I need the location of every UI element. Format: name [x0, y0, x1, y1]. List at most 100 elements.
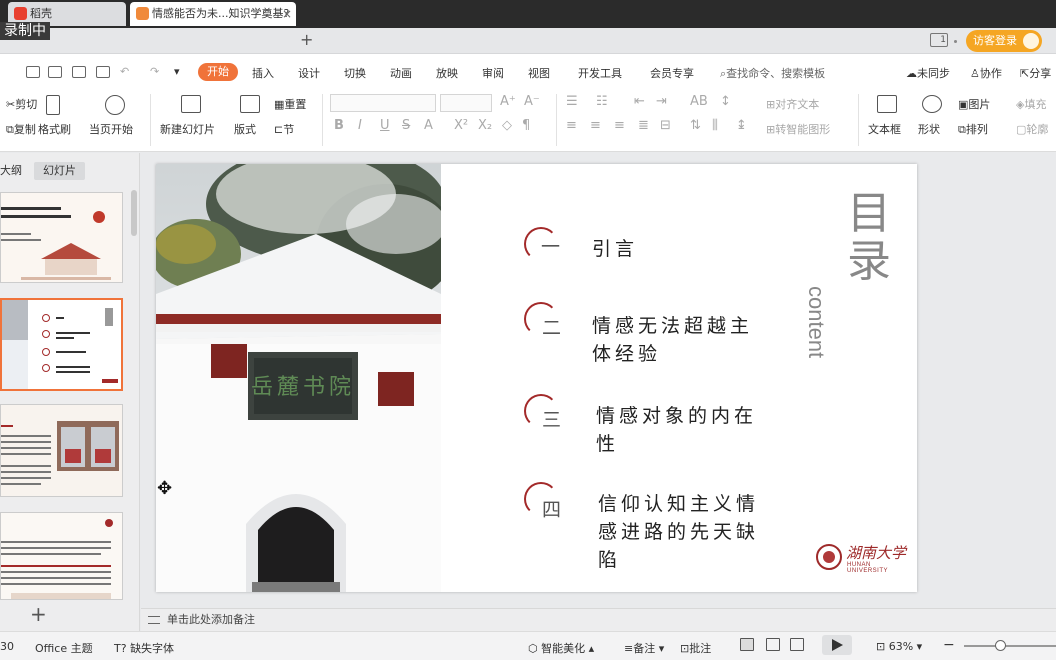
command-search[interactable]: ⌕查找命令、搜索模板 [720, 65, 825, 81]
missing-font-button[interactable]: T? 缺失字体 [114, 640, 174, 656]
italic-icon[interactable]: I [358, 118, 362, 133]
collab-button[interactable]: ♙协作 [970, 65, 1002, 81]
comments-toggle[interactable]: ⊡批注 [680, 640, 711, 656]
superscript-icon[interactable]: X² [454, 118, 468, 133]
guest-login-button[interactable]: 访客登录 [966, 30, 1042, 52]
strikethrough-icon[interactable]: S [402, 118, 410, 133]
tab-presentation[interactable]: 情感能否为未...知识学奠基? × [130, 2, 296, 26]
zoom-slider[interactable] [964, 645, 1056, 647]
menu-insert[interactable]: 插入 [252, 65, 274, 81]
menu-view[interactable]: 视图 [528, 65, 550, 81]
section-button[interactable]: ⊏节 [274, 121, 294, 137]
justify-icon[interactable]: ≣ [638, 118, 649, 133]
save-icon[interactable] [26, 66, 40, 78]
format-painter-button[interactable]: 格式刷 [38, 121, 71, 137]
bullets-icon[interactable]: ☰ [566, 94, 578, 109]
toc-number: 三 [542, 409, 562, 431]
notes-bar[interactable]: 单击此处添加备注 [141, 608, 1056, 631]
columns-icon[interactable]: ⫼ [712, 118, 718, 133]
panel-scrollbar[interactable] [131, 190, 137, 236]
sidebar-toggle-icon[interactable]: 1 [930, 33, 948, 47]
format-painter-icon[interactable] [46, 95, 60, 115]
slide-thumbnail-1[interactable] [0, 192, 123, 283]
layout-icon[interactable] [240, 95, 260, 113]
normal-view-icon[interactable] [740, 638, 754, 651]
menu-transition[interactable]: 切换 [344, 65, 366, 81]
font-color-icon[interactable]: A [424, 118, 433, 133]
fill-button[interactable]: ◈填充 [1016, 96, 1046, 112]
smartart-button[interactable]: ⊞转智能图形 [766, 121, 830, 137]
align-right-icon[interactable]: ≡ [614, 118, 625, 133]
picture-button[interactable]: ▣图片 [958, 96, 990, 112]
char-spacing-icon[interactable]: ¶ [522, 118, 530, 133]
line-spacing-icon[interactable]: ↕ [720, 94, 731, 109]
underline-icon[interactable]: U [380, 118, 390, 133]
notes-toggle[interactable]: ≡备注 ▾ [624, 640, 664, 656]
font-size-select[interactable] [440, 94, 492, 112]
add-slide-button[interactable]: + [30, 602, 47, 626]
beautify-button[interactable]: ⬡ 智能美化 ▴ [528, 640, 594, 656]
bold-icon[interactable]: B [334, 118, 344, 133]
play-circle-icon[interactable] [105, 95, 125, 115]
subscript-icon[interactable]: X₂ [478, 118, 492, 133]
zoom-control[interactable]: ⊡ 63% ▾ [876, 640, 922, 653]
numbering-icon[interactable]: ☷ [596, 94, 608, 109]
line-spacing-menu-icon[interactable]: ↨ [736, 118, 747, 133]
font-family-select[interactable] [330, 94, 436, 112]
shape-button[interactable]: 形状 [918, 121, 940, 137]
distribute-icon[interactable]: ⊟ [660, 118, 671, 133]
menu-animation[interactable]: 动画 [390, 65, 412, 81]
cut-button[interactable]: ✂剪切 [6, 96, 37, 112]
slide-thumbnail-4[interactable] [0, 512, 123, 600]
textbox-icon[interactable] [877, 95, 897, 113]
menu-start[interactable]: 开始 [198, 63, 238, 81]
menu-developer[interactable]: 开发工具 [578, 65, 622, 81]
increase-indent-icon[interactable]: ⇥ [656, 94, 667, 109]
shape-icon[interactable] [922, 95, 942, 113]
sync-status[interactable]: ☁未同步 [906, 65, 950, 81]
zoom-out-icon[interactable]: − [943, 637, 955, 653]
tab-slides[interactable]: 幻灯片 [34, 162, 85, 180]
play-from-current-button[interactable]: 当页开始 [89, 121, 133, 137]
slide-toc[interactable]: 岳麓书院 目录 content 一 引言 二 情感无法超越主体经验 三 情感对象… [156, 164, 917, 592]
copy-button[interactable]: ⧉复制 [6, 121, 36, 137]
quick-access-dropdown-icon[interactable]: ▾ [174, 65, 180, 78]
play-slideshow-button[interactable] [822, 635, 852, 655]
slide-thumbnail-3[interactable] [0, 404, 123, 497]
slide-thumbnail-2[interactable] [0, 298, 123, 391]
menu-member[interactable]: 会员专享 [650, 65, 694, 81]
menu-slideshow[interactable]: 放映 [436, 65, 458, 81]
decrease-font-icon[interactable]: A⁻ [524, 94, 540, 109]
print-icon[interactable] [72, 66, 86, 78]
new-slide-button[interactable]: 新建幻灯片 [160, 121, 215, 137]
tab-outline[interactable]: 大纲 [0, 162, 22, 180]
layout-button[interactable]: 版式 [234, 121, 256, 137]
reset-button[interactable]: ▦重置 [274, 96, 306, 112]
arrange-button[interactable]: ⧉排列 [958, 121, 988, 137]
thumbnail-graphic [1, 405, 122, 496]
zoom-slider-handle[interactable] [995, 640, 1006, 651]
align-center-icon[interactable]: ≡ [590, 118, 601, 133]
paragraph-spacing-icon[interactable]: ⇅ [690, 118, 701, 133]
undo-icon[interactable]: ↶ [120, 65, 129, 78]
decrease-indent-icon[interactable]: ⇤ [634, 94, 645, 109]
close-icon[interactable]: × [282, 2, 292, 26]
sorter-view-icon[interactable] [766, 638, 780, 651]
textbox-button[interactable]: 文本框 [868, 121, 901, 137]
clear-format-icon[interactable]: ◇ [502, 118, 512, 133]
menu-design[interactable]: 设计 [298, 65, 320, 81]
new-tab-button[interactable]: + [300, 30, 313, 49]
text-direction-icon[interactable]: AB [690, 94, 708, 109]
print-preview-icon[interactable] [96, 66, 110, 78]
align-left-icon[interactable]: ≡ [566, 118, 577, 133]
new-slide-icon[interactable] [181, 95, 201, 113]
reading-view-icon[interactable] [790, 638, 804, 651]
share-button[interactable]: ⇱分享 [1020, 65, 1051, 81]
increase-font-icon[interactable]: A⁺ [500, 94, 516, 109]
align-text-button[interactable]: ⊞对齐文本 [766, 96, 819, 112]
redo-icon[interactable]: ↷ [150, 65, 159, 78]
export-icon[interactable] [48, 66, 62, 78]
menu-review[interactable]: 审阅 [482, 65, 504, 81]
outline-button[interactable]: ▢轮廓 [1016, 121, 1048, 137]
theme-name[interactable]: Office 主题 [35, 640, 93, 656]
